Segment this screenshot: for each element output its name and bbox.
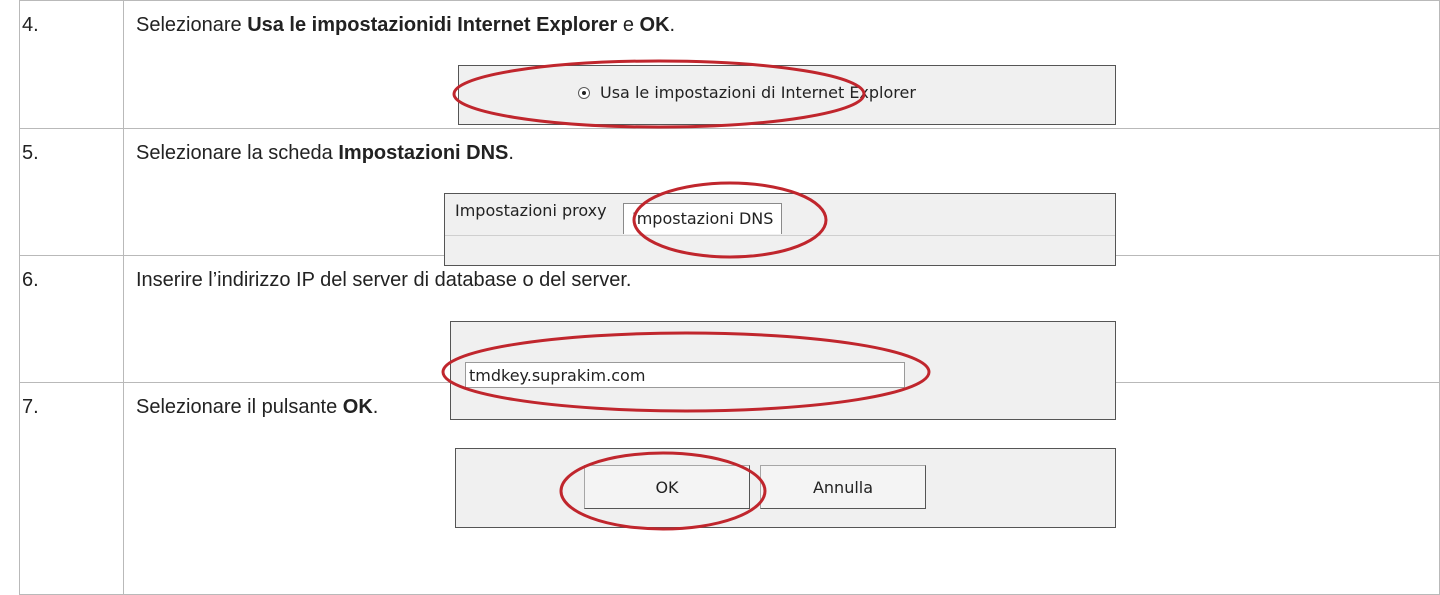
radio-option-label[interactable]: Usa le impostazioni di Internet Explorer <box>600 83 916 102</box>
proxy-option-screenshot: Usa le impostazioni di Internet Explorer <box>458 65 1116 125</box>
instruction-text: Selezionare <box>136 14 248 36</box>
screenshot-area: Usa le impostazioni di Internet Explorer <box>124 37 1439 129</box>
instruction-text: Selezionare la scheda <box>136 142 339 164</box>
instruction-text: . <box>669 14 676 36</box>
instruction-text: Selezionare il pulsante <box>136 396 343 418</box>
step-instruction: Selezionare Usa le impostazionidi Intern… <box>124 1 1439 37</box>
instruction-emphasis: Usa le impostazionidi Internet Explorer <box>247 14 618 36</box>
dns-tab-screenshot: Impostazioni proxy Impostazioni DNS <box>444 193 1116 266</box>
step-content-cell: Selezionare Usa le impostazionidi Intern… <box>123 0 1440 129</box>
server-address-input[interactable] <box>465 362 905 388</box>
instruction-text: e <box>617 14 640 36</box>
step-number-cell: 4. <box>19 0 124 129</box>
instruction-emphasis: OK <box>342 396 373 418</box>
tab-divider <box>445 235 1115 236</box>
tab-dns-settings[interactable]: Impostazioni DNS <box>623 203 783 234</box>
screenshot-area: OK Annulla <box>124 419 1439 531</box>
radio-button-selected[interactable] <box>578 87 590 99</box>
cancel-button[interactable]: Annulla <box>760 465 926 509</box>
ok-button[interactable]: OK <box>584 465 750 509</box>
step-number: 6. <box>22 269 39 291</box>
screenshot-area <box>124 292 1439 420</box>
step-content-cell: Selezionare la scheda Impostazioni DNS. … <box>123 128 1440 266</box>
instruction-emphasis: OK <box>639 14 670 36</box>
step-row-4: 4. Selezionare Usa le impostazionidi Int… <box>19 0 1440 129</box>
dialog-buttons-screenshot: OK Annulla <box>455 448 1116 528</box>
screenshot-area: Impostazioni proxy Impostazioni DNS <box>124 165 1439 266</box>
step-number: 4. <box>22 14 39 36</box>
step-row-6: 6. Inserire l’indirizzo IP del server di… <box>19 255 1440 420</box>
step-number-cell: 7. <box>19 382 124 595</box>
instruction-text: . <box>372 396 379 418</box>
step-content-cell: Inserire l’indirizzo IP del server di da… <box>123 255 1440 420</box>
instruction-text: . <box>508 142 514 164</box>
step-row-5: 5. Selezionare la scheda Impostazioni DN… <box>19 128 1440 266</box>
steps-table: 4. Selezionare Usa le impostazionidi Int… <box>19 0 1440 595</box>
instruction-emphasis: Impostazioni DNS <box>338 142 509 164</box>
server-address-screenshot <box>450 321 1116 420</box>
step-number-cell: 5. <box>19 128 124 256</box>
step-number: 5. <box>22 142 39 164</box>
tab-proxy-settings[interactable]: Impostazioni proxy <box>455 201 607 220</box>
step-instruction: Selezionare la scheda Impostazioni DNS. <box>124 129 1439 165</box>
step-number: 7. <box>22 396 39 418</box>
step-number-cell: 6. <box>19 255 124 383</box>
